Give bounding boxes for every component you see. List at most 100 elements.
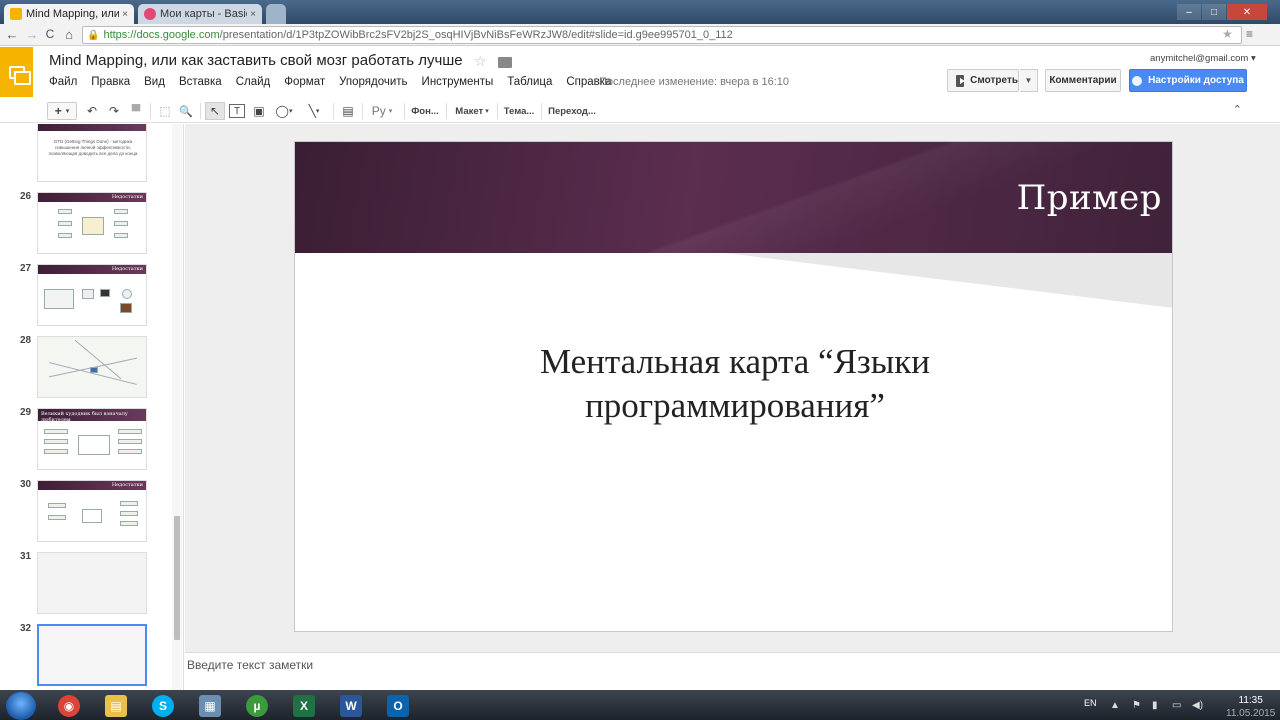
taskbar-outlook[interactable]: O — [379, 692, 417, 720]
slide-thumbnail[interactable]: Великий худодник был взначалу любителем — [37, 408, 147, 470]
menu-arrange[interactable]: Упорядочить — [339, 76, 407, 88]
slide-thumbnail[interactable]: Недостатки — [37, 264, 147, 326]
theme-button[interactable]: Тема... — [502, 102, 536, 120]
slide-thumbnail-selected[interactable] — [37, 624, 147, 686]
tray-expand-icon[interactable]: ▲ — [1110, 700, 1120, 711]
tray-network-icon[interactable]: ▭ — [1172, 700, 1181, 711]
star-document-icon[interactable]: ☆ — [474, 53, 487, 70]
present-button[interactable]: Смотреть — [947, 69, 1019, 92]
undo-icon[interactable]: ↶ — [84, 102, 100, 120]
tray-device-icon[interactable]: ▮ — [1152, 700, 1158, 711]
utorrent-icon: µ — [246, 695, 268, 717]
slide-thumbnail[interactable]: Недостатки — [37, 480, 147, 542]
share-button[interactable]: Настройки доступа — [1129, 69, 1247, 92]
taskbar-excel[interactable]: X — [285, 692, 323, 720]
system-clock[interactable]: 11:35 11.05.2015 — [1226, 694, 1275, 720]
volume-icon[interactable]: ◀) — [1192, 700, 1203, 711]
menu-insert[interactable]: Вставка — [179, 76, 222, 88]
slide-thumbnail[interactable]: Недостатки — [37, 192, 147, 254]
last-edit-status[interactable]: Последнее изменение: вчера в 16:10 — [599, 76, 789, 88]
slide-thumbnail[interactable] — [37, 336, 147, 398]
current-slide[interactable]: Пример Ментальная карта “Языки программи… — [294, 141, 1173, 632]
thumb-shape — [118, 449, 142, 454]
slide-title[interactable]: Пример — [1017, 178, 1162, 218]
line-icon[interactable]: ╲ ▾ — [301, 102, 327, 120]
taskbar-notepad[interactable]: ▦ — [191, 692, 229, 720]
tab-close-icon[interactable]: × — [250, 9, 256, 20]
menu-slide[interactable]: Слайд — [236, 76, 271, 88]
tray-flag-icon[interactable]: ⚑ — [1132, 700, 1141, 711]
new-slide-button[interactable]: + ▾ — [47, 102, 77, 120]
browser-tab-inactive[interactable]: Мои карты - Basic × — [138, 4, 262, 24]
layout-label: Макет — [455, 105, 484, 117]
language-indicator[interactable]: EN — [1084, 698, 1097, 708]
taskbar-skype[interactable]: S — [144, 692, 182, 720]
thumb-title: Великий худодник был взначалу любителем — [41, 411, 128, 423]
share-label: Настройки доступа — [1148, 75, 1244, 86]
minimize-icon[interactable]: – — [1177, 4, 1201, 20]
close-window-icon[interactable]: ✕ — [1227, 4, 1267, 20]
taskbar-utorrent[interactable]: µ — [238, 692, 276, 720]
slide-number: 27 — [20, 263, 32, 274]
tab-close-icon[interactable]: × — [122, 9, 128, 20]
input-tools-label: Ру — [371, 104, 386, 118]
zoom-icon[interactable]: 🔍 — [178, 102, 194, 120]
start-button-icon[interactable] — [6, 692, 36, 720]
menu-edit[interactable]: Правка — [91, 76, 130, 88]
thumb-shape — [114, 233, 128, 238]
menu-view[interactable]: Вид — [144, 76, 165, 88]
taskbar-word[interactable]: W — [332, 692, 370, 720]
thumb-shape — [82, 217, 104, 235]
menu-file[interactable]: Файл — [49, 76, 77, 88]
back-icon[interactable]: ← — [4, 27, 20, 42]
forward-icon[interactable]: → — [24, 27, 40, 42]
comment-icon[interactable]: ▤ — [339, 102, 357, 120]
url-field[interactable]: 🔒 https://docs.google.com /presentation/… — [82, 26, 1242, 44]
paint-format-icon[interactable]: ▀ — [128, 102, 144, 120]
thumb-shape — [58, 233, 72, 238]
slide-body-text[interactable]: Ментальная карта “Языки программирования… — [395, 340, 1075, 428]
reload-icon[interactable]: C — [42, 27, 58, 41]
account-email[interactable]: anymitchel@gmail.com ▾ — [1150, 53, 1256, 64]
new-tab-button[interactable] — [266, 4, 286, 24]
slide-thumbnail[interactable] — [37, 552, 147, 614]
thumb-shape — [58, 221, 72, 226]
maximize-icon[interactable]: □ — [1202, 4, 1226, 20]
shape-icon[interactable]: ◯ ▾ — [271, 102, 297, 120]
thumb-shape — [44, 439, 68, 444]
bookmark-star-icon[interactable]: ★ — [1222, 27, 1233, 41]
folder-icon[interactable] — [498, 57, 512, 68]
menu-tools[interactable]: Инструменты — [422, 76, 494, 88]
menu-format[interactable]: Формат — [284, 76, 325, 88]
background-button[interactable]: Фон... — [409, 102, 441, 120]
taskbar-chrome[interactable]: ◉ — [50, 692, 88, 720]
thumb-shape — [44, 449, 68, 454]
outlook-icon: O — [387, 695, 409, 717]
home-icon[interactable]: ⌂ — [61, 27, 77, 42]
fit-icon[interactable]: ⬚ — [157, 102, 173, 120]
present-dropdown-icon[interactable]: ▼ — [1020, 69, 1038, 92]
layout-button[interactable]: Макет ▾ — [452, 102, 492, 120]
browser-tab-active[interactable]: Mind Mapping, или × — [4, 4, 134, 24]
image-icon[interactable]: ▣ — [251, 102, 267, 120]
collapse-menus-icon[interactable]: ⌃ — [1233, 103, 1242, 116]
slide-thumbnail[interactable]: GTD (Getting Things Done) - методика пов… — [37, 124, 147, 182]
chrome-menu-icon[interactable]: ≡ — [1246, 27, 1253, 41]
select-tool-icon[interactable]: ↖ — [205, 102, 225, 120]
comments-button[interactable]: Комментарии — [1045, 69, 1121, 92]
slide-filmstrip: GTD (Getting Things Done) - методика пов… — [0, 124, 184, 690]
input-tools-button[interactable]: Ру ▾ — [367, 102, 397, 120]
transition-button[interactable]: Переход... — [546, 102, 598, 120]
notes-placeholder[interactable]: Введите текст заметки — [187, 658, 313, 672]
taskbar-explorer[interactable]: ▤ — [97, 692, 135, 720]
toolbar-divider — [362, 103, 363, 119]
text-box-icon[interactable]: T — [229, 104, 245, 118]
slides-logo-icon[interactable] — [0, 47, 33, 97]
speaker-notes[interactable]: Введите текст заметки — [185, 652, 1280, 690]
redo-icon[interactable]: ↷ — [106, 102, 122, 120]
filmstrip-scroll-thumb[interactable] — [174, 516, 180, 640]
slides-favicon-icon — [10, 8, 22, 20]
document-title[interactable]: Mind Mapping, или как заставить свой моз… — [49, 52, 463, 69]
menu-table[interactable]: Таблица — [507, 76, 552, 88]
thumb-shape — [120, 501, 138, 506]
